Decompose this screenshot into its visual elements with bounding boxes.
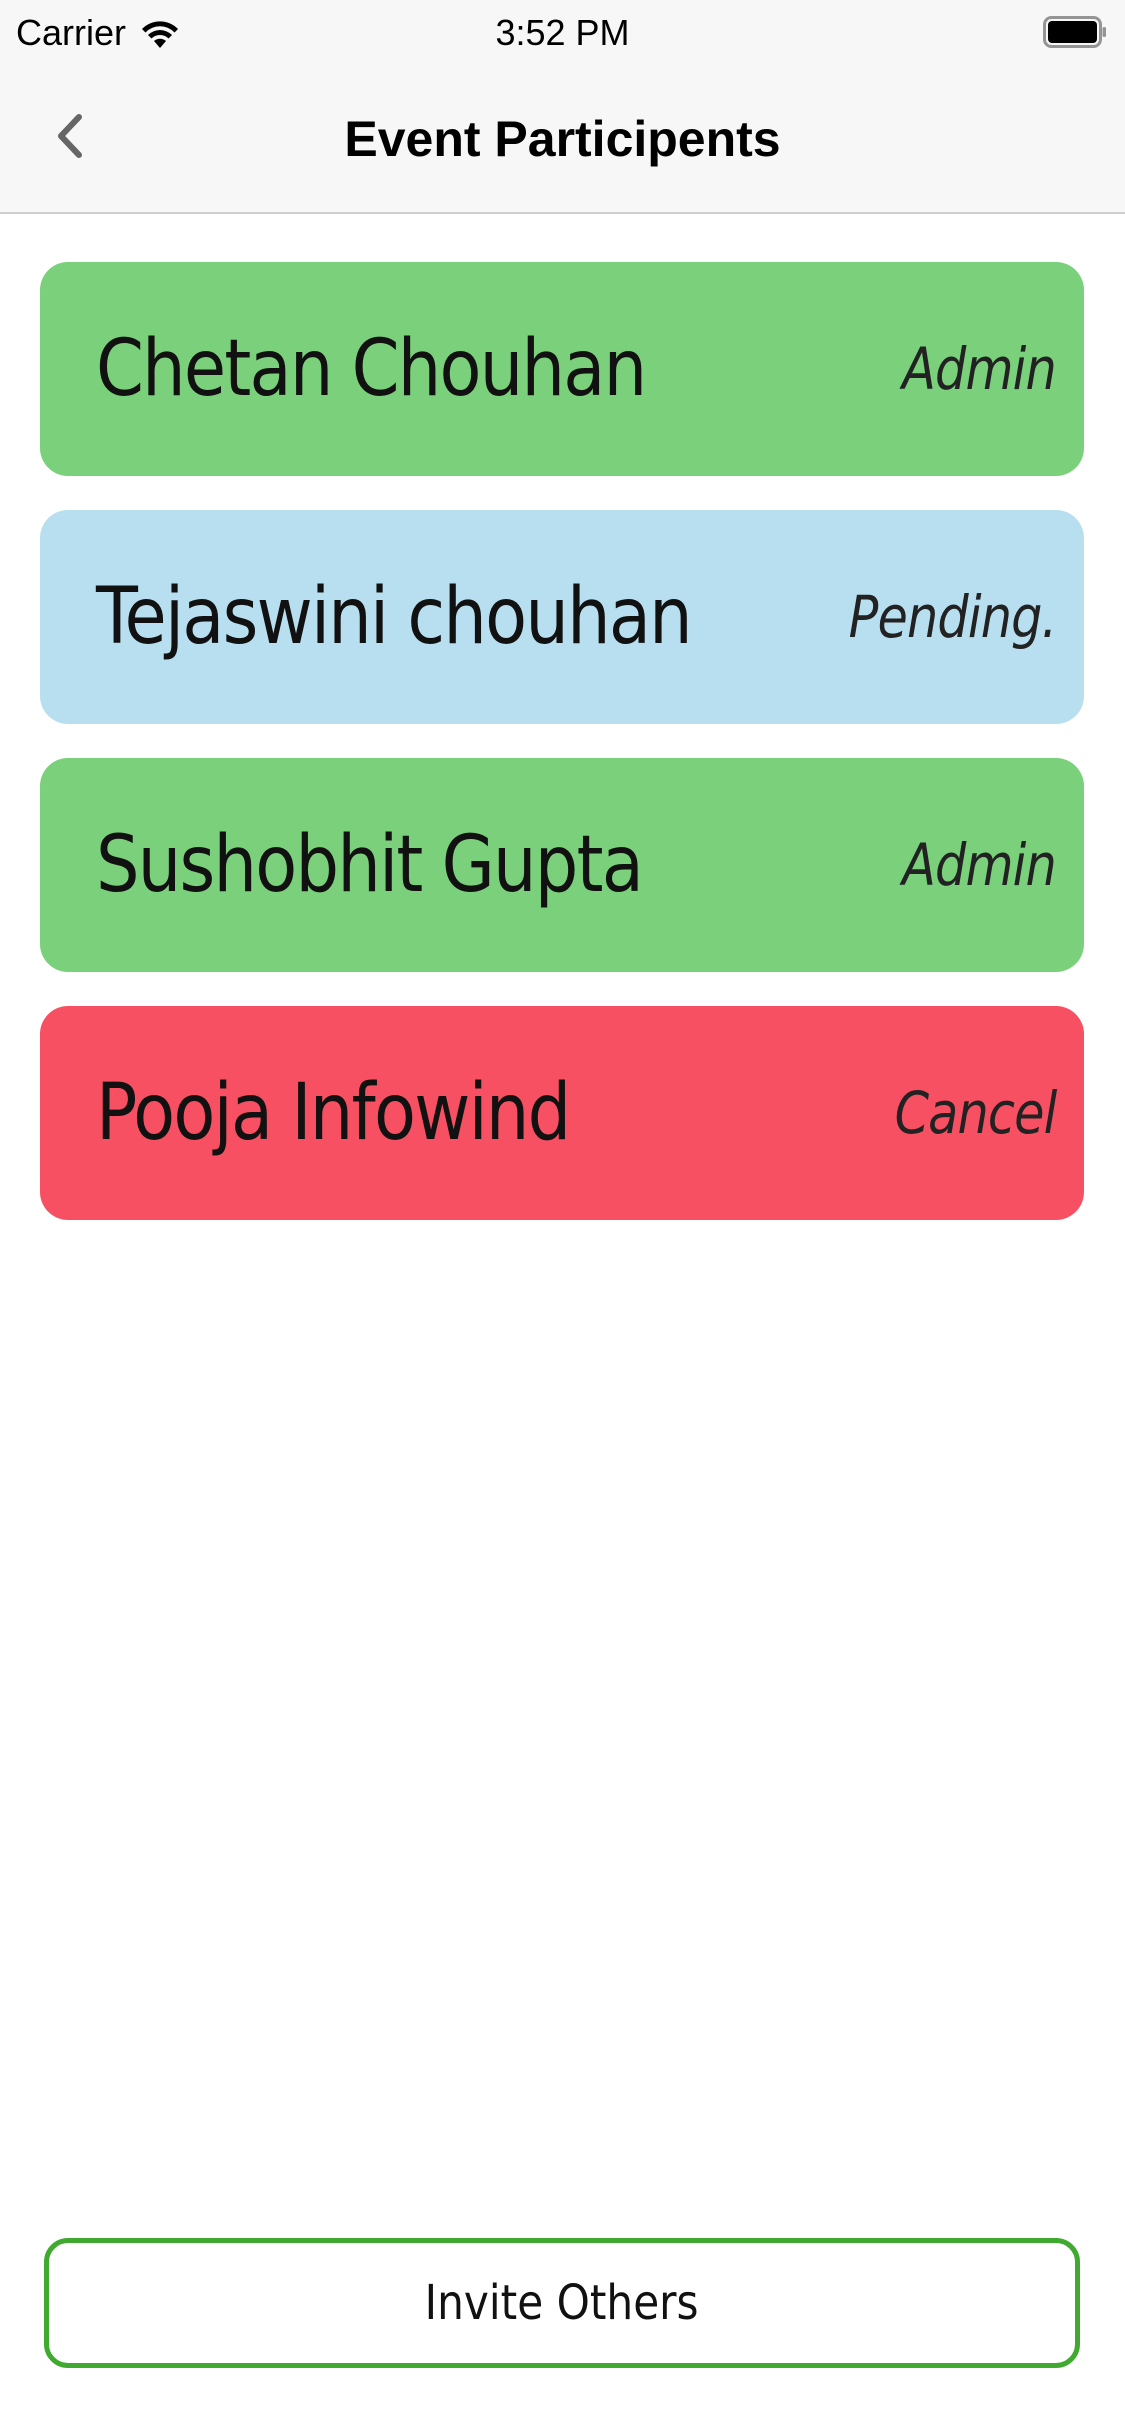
invite-others-button[interactable]: Invite Others bbox=[44, 2238, 1080, 2368]
battery-icon bbox=[1043, 16, 1107, 48]
participant-name: Pooja Infowind bbox=[96, 1068, 571, 1158]
participant-name: Tejaswini chouhan bbox=[96, 572, 693, 662]
status-time: 3:52 PM bbox=[495, 12, 630, 53]
participant-status: Admin bbox=[902, 335, 1057, 403]
participant-name: Sushobhit Gupta bbox=[96, 820, 644, 910]
screen: Carrier 3:52 PM Event Participents Cheta… bbox=[0, 0, 1125, 2436]
participant-status: Pending. bbox=[848, 583, 1057, 651]
participant-list: Chetan Chouhan Admin Tejaswini chouhan P… bbox=[40, 262, 1084, 1254]
participant-name: Chetan Chouhan bbox=[96, 324, 647, 414]
participant-status: Cancel bbox=[894, 1079, 1057, 1147]
participant-status: Admin bbox=[902, 831, 1057, 899]
navigation-bar: Event Participents bbox=[0, 70, 1125, 214]
participant-row[interactable]: Tejaswini chouhan Pending. bbox=[40, 510, 1084, 724]
participant-row[interactable]: Sushobhit Gupta Admin bbox=[40, 758, 1084, 972]
participant-row[interactable]: Chetan Chouhan Admin bbox=[40, 262, 1084, 476]
participant-row[interactable]: Pooja Infowind Cancel bbox=[40, 1006, 1084, 1220]
status-bar: Carrier 3:52 PM bbox=[0, 0, 1125, 70]
invite-others-label: Invite Others bbox=[425, 2275, 699, 2331]
page-title: Event Participents bbox=[344, 111, 781, 167]
